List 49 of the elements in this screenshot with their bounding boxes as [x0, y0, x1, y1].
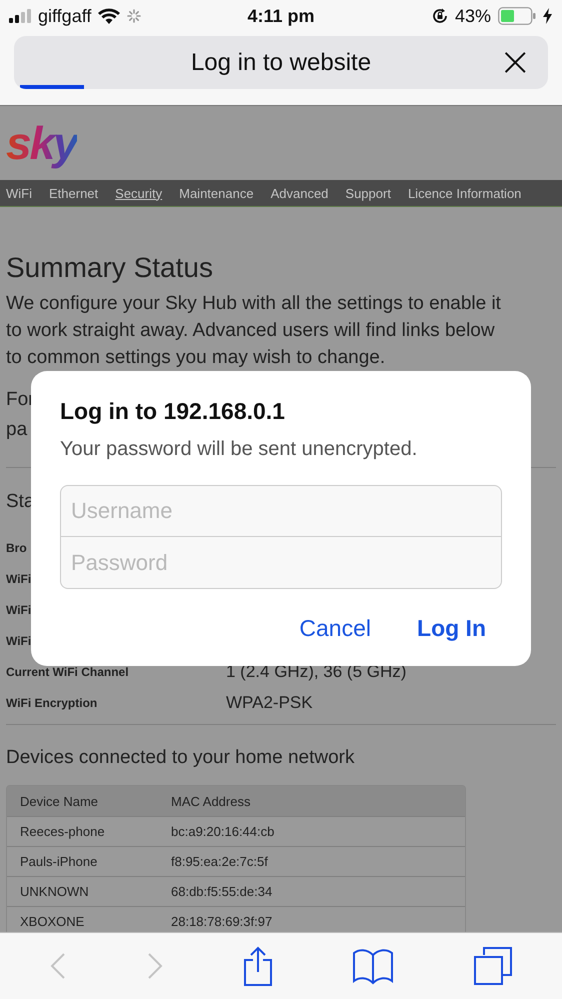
password-field[interactable]: Password [60, 537, 502, 589]
nav-link[interactable]: Advanced [270, 186, 328, 200]
cancel-button[interactable]: Cancel [291, 611, 380, 646]
nav-link[interactable]: Support [345, 186, 391, 200]
close-button[interactable]: × [494, 44, 536, 80]
address-bar[interactable]: Log in to website × [14, 36, 548, 89]
charging-bolt-icon [543, 8, 552, 24]
intro-paragraph: We configure your Sky Hub with all the settings to enable it to work straight away. Advanced users will find links below to common settings you may wish to change. [6, 292, 502, 370]
page-title: Log in to website [190, 48, 372, 76]
dialog-message: Your password will be sent unencrypted. [60, 437, 418, 461]
table-cell-text: UNKNOWN [19, 884, 90, 899]
column-header: Device Name [19, 794, 100, 808]
section-heading: Devices connected to your home network [6, 746, 356, 770]
status-label: WiFi Encryption [6, 696, 98, 710]
rotation-lock-icon [432, 8, 448, 24]
paragraph: For pa [6, 388, 36, 442]
nav-link[interactable]: Ethernet [49, 186, 98, 200]
bookmarks-icon[interactable] [353, 947, 394, 985]
page-heading: Summary Status [6, 251, 214, 285]
table-cell-text: 28:18:78:69:3f:97 [170, 914, 272, 929]
dialog-title: Log in to 192.168.0.1 [60, 397, 285, 425]
table-cell-text: bc:a9:20:16:44:cb [170, 824, 274, 839]
nav-link[interactable]: Maintenance [179, 186, 254, 200]
status-label: Current WiFi Channel [6, 664, 130, 678]
table-cell-text: Reeces-phone [19, 824, 106, 839]
status-label: WiFi [6, 572, 32, 586]
wifi-icon [98, 8, 120, 24]
status-label: WiFi [6, 634, 32, 648]
battery-icon [498, 7, 536, 25]
nav-link[interactable]: WiFi [6, 186, 32, 200]
table-cell-text: 68:db:f5:55:de:34 [170, 884, 272, 899]
table-cell-text: f8:95:ea:2e:7c:5f [170, 854, 268, 869]
nav-link[interactable]: Licence Information [408, 186, 522, 200]
signal-icon [9, 9, 31, 23]
username-field[interactable]: Username [60, 485, 502, 537]
status-label: Bro [6, 540, 28, 554]
battery-percentage: 43% [454, 6, 491, 26]
share-icon[interactable] [242, 946, 273, 986]
status-label: WiFi [6, 602, 32, 616]
nav-link[interactable]: Security [115, 186, 162, 200]
table-cell-text: Pauls-iPhone [19, 854, 98, 869]
clock-time: 4:11 pm [247, 6, 315, 26]
tabs-icon[interactable] [474, 947, 512, 985]
table-cell-text: XBOXONE [19, 914, 86, 929]
column-header: MAC Address [170, 794, 250, 808]
carrier-name: giffgaff [38, 6, 92, 26]
status-value: WPA2-PSK [226, 692, 313, 712]
login-button[interactable]: Log In [409, 611, 494, 646]
spinner-icon [127, 9, 142, 23]
